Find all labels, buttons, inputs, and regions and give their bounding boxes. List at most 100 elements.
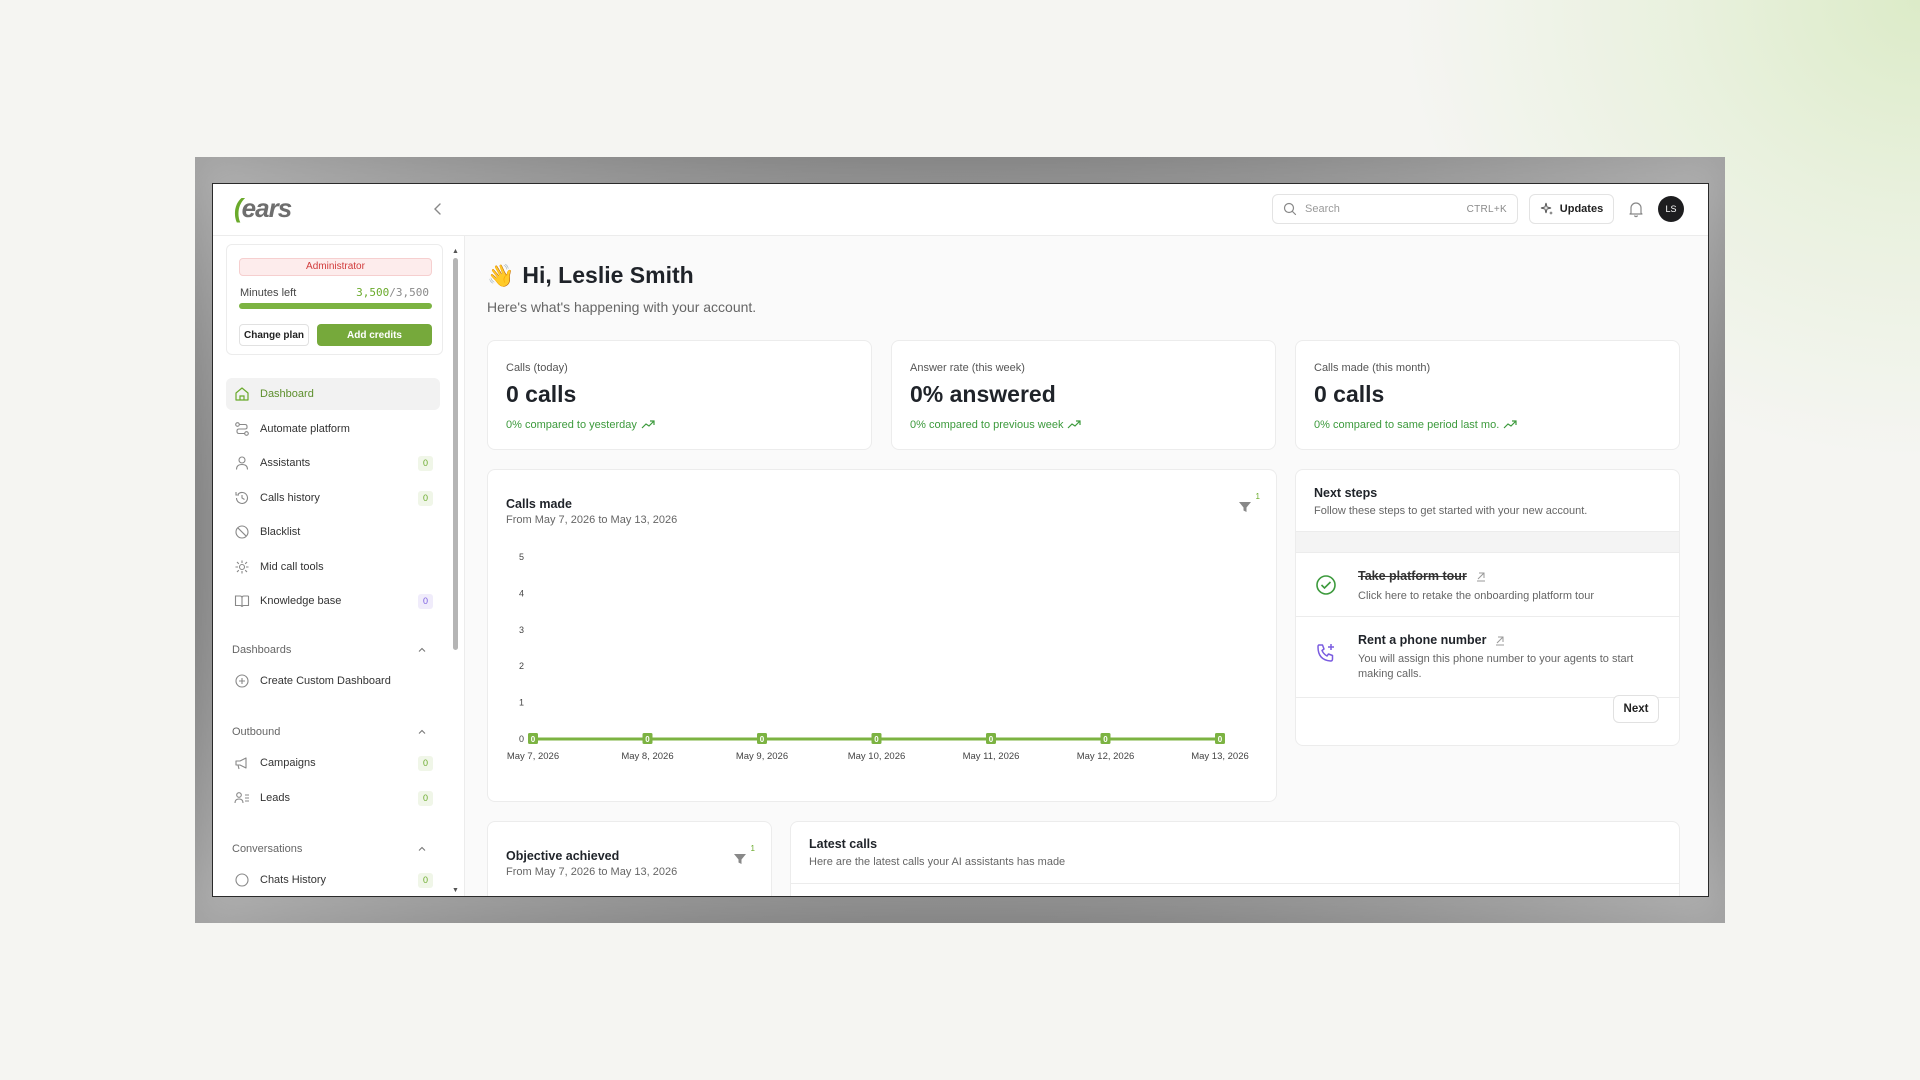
sidebar-item-label: Assistants	[260, 457, 311, 469]
search-placeholder: Search	[1305, 203, 1340, 215]
count-badge: 0	[418, 594, 433, 609]
stat-value: 0 calls	[506, 381, 577, 407]
sidebar-item-blacklist[interactable]: Blacklist	[226, 516, 440, 548]
data-label: 0	[531, 735, 536, 744]
sidebar-item-assistants[interactable]: Assistants 0	[226, 447, 440, 479]
step-title-text: Rent a phone number	[1358, 633, 1487, 647]
page-subtitle: Here's what's happening with your accoun…	[487, 299, 757, 315]
user-icon	[235, 456, 249, 470]
scrollbar-thumb[interactable]	[453, 258, 458, 650]
latest-calls-card: Latest calls Here are the latest calls y…	[790, 821, 1680, 896]
phone-plus-icon	[1317, 644, 1334, 662]
calls-made-chart-card: Calls made From May 7, 2026 to May 13, 2…	[487, 469, 1277, 802]
filter-icon	[734, 854, 746, 864]
trend-up-icon	[641, 420, 655, 429]
sidebar-scrollbar[interactable]: ▲ ▼	[452, 248, 459, 894]
section-conversations[interactable]: Conversations	[226, 834, 440, 864]
x-tick-label: May 8, 2026	[621, 751, 673, 762]
collapse-sidebar-button[interactable]	[430, 201, 446, 217]
objective-filter-button[interactable]: 1	[733, 844, 755, 868]
sidebar-item-label: Knowledge base	[260, 595, 342, 607]
history-icon	[235, 491, 249, 504]
x-tick-label: May 7, 2026	[507, 751, 559, 762]
updates-button[interactable]: Updates	[1529, 194, 1614, 224]
sidebar-item-label: Calls history	[260, 491, 320, 504]
sidebar-item-automate-platform[interactable]: Automate platform	[226, 413, 440, 445]
data-label: 0	[645, 735, 650, 744]
book-icon	[234, 595, 250, 608]
chevron-up-icon	[418, 846, 426, 851]
stat-value: 0% answered	[910, 381, 1056, 407]
role-badge: Administrator	[239, 258, 432, 276]
plan-card: Administrator Minutes left 3,500/3,500 C…	[226, 244, 443, 355]
logo[interactable]: (ears	[234, 193, 292, 224]
sidebar-item-label: Chats History	[260, 873, 327, 886]
next-steps-title: Next steps	[1314, 486, 1378, 500]
sidebar-item-leads[interactable]: Leads 0	[226, 782, 440, 814]
external-link-icon	[1496, 636, 1505, 646]
count-badge: 0	[418, 872, 433, 888]
x-tick-label: May 13, 2026	[1191, 751, 1249, 762]
count-badge: 0	[418, 456, 433, 471]
bell-icon[interactable]	[1627, 200, 1645, 218]
step-rent-phone-number[interactable]: Rent a phone number You will assign this…	[1296, 617, 1679, 697]
sidebar-item-label: Campaigns	[260, 757, 316, 769]
stat-label: Calls made (this month)	[1314, 362, 1431, 374]
logo-word: ears	[241, 193, 292, 223]
sidebar-item-campaigns[interactable]: Campaigns 0	[226, 747, 440, 779]
avatar[interactable]: LS	[1658, 196, 1684, 222]
x-tick-label: May 10, 2026	[848, 751, 906, 762]
wave-emoji: 👋	[487, 262, 515, 288]
step-description: You will assign this phone number to you…	[1358, 653, 1634, 680]
updates-label: Updates	[1559, 203, 1604, 215]
stat-trend: 0% compared to yesterday	[506, 419, 655, 431]
search-shortcut: CTRL+K	[1466, 203, 1507, 215]
objective-title: Objective achieved	[506, 849, 620, 863]
stat-label: Answer rate (this week)	[910, 362, 1025, 374]
sidebar-item-label: Create Custom Dashboard	[260, 675, 391, 687]
sidebar-item-label: Leads	[260, 791, 290, 804]
chevron-up-icon	[418, 647, 426, 652]
data-label: 0	[760, 735, 765, 744]
section-dashboards[interactable]: Dashboards	[226, 635, 440, 665]
x-tick-label: May 11, 2026	[963, 751, 1020, 762]
scroll-up-arrow[interactable]: ▲	[452, 248, 459, 255]
sidebar-item-knowledge-base[interactable]: Knowledge base 0	[226, 585, 440, 617]
latest-calls-divider	[791, 883, 1679, 884]
sidebar-item-chats-history[interactable]: Chats History 0	[226, 864, 440, 896]
latest-calls-title: Latest calls	[809, 837, 878, 851]
y-tick-label: 1	[519, 698, 524, 708]
minutes-total: /3,500	[389, 286, 429, 299]
next-button[interactable]: Next	[1613, 695, 1659, 723]
search-input[interactable]: Search CTRL+K	[1272, 194, 1518, 224]
y-tick-label: 4	[519, 588, 524, 598]
sidebar-item-mid-call-tools[interactable]: Mid call tools	[226, 551, 440, 583]
main-content: 👋 Hi, Leslie Smith Here's what's happeni…	[465, 236, 1708, 896]
change-plan-button[interactable]: Change plan	[239, 324, 309, 346]
sidebar: Administrator Minutes left 3,500/3,500 C…	[213, 236, 465, 896]
sidebar-item-calls-history[interactable]: Calls history 0	[226, 482, 440, 514]
stat-card-calls-month: Calls made (this month) 0 calls 0% compa…	[1295, 340, 1680, 450]
check-circle-icon	[1316, 575, 1336, 595]
sidebar-nav: Dashboard Automate platform Assistants 0…	[226, 378, 440, 896]
sidebar-item-label: Dashboard	[260, 388, 314, 400]
step-platform-tour[interactable]: Take platform tour Click here to retake …	[1296, 553, 1679, 616]
chat-icon	[235, 872, 249, 887]
section-title: Outbound	[232, 726, 281, 738]
objective-achieved-card: Objective achieved From May 7, 2026 to M…	[487, 821, 772, 896]
next-steps-subtitle: Follow these steps to get started with y…	[1314, 505, 1588, 517]
greeting-text: Hi, Leslie Smith	[522, 262, 694, 288]
section-outbound[interactable]: Outbound	[226, 717, 440, 747]
sidebar-item-dashboard[interactable]: Dashboard	[226, 378, 440, 410]
tools-icon	[235, 560, 249, 573]
count-badge: 0	[418, 756, 433, 771]
page-title: 👋 Hi, Leslie Smith	[487, 262, 694, 289]
scroll-down-arrow[interactable]: ▼	[452, 887, 459, 894]
stat-trend: 0% compared to same period last mo.	[1314, 419, 1517, 431]
megaphone-icon	[235, 757, 247, 770]
minutes-label: Minutes left	[240, 287, 297, 299]
sidebar-item-label: Mid call tools	[260, 560, 324, 573]
objective-subtitle: From May 7, 2026 to May 13, 2026	[506, 866, 678, 878]
sidebar-item-create-custom-dashboard[interactable]: Create Custom Dashboard	[226, 665, 440, 697]
add-credits-button[interactable]: Add credits	[317, 324, 432, 346]
